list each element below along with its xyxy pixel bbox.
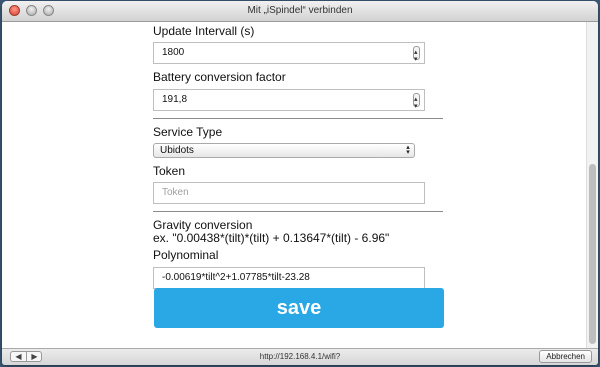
service-type-select[interactable]: Ubidots ▴ ▾ xyxy=(153,143,415,158)
gravity-example-text: ex. "0.00438*(tilt)*(tilt) + 0.13647*(ti… xyxy=(153,231,390,245)
token-label: Token xyxy=(153,164,186,178)
update-interval-input[interactable]: 1800 xyxy=(153,42,425,70)
gravity-conversion-label: Gravity conversion xyxy=(153,218,253,232)
cancel-button[interactable]: Abbrechen xyxy=(539,350,592,363)
title-bar: Mit „iSpindel“ verbinden xyxy=(2,1,598,22)
status-url: http://192.168.4.1/wifi? xyxy=(259,352,341,361)
service-type-label: Service Type xyxy=(153,125,223,139)
status-bar: ◀ ▶ http://192.168.4.1/wifi? Abbrechen xyxy=(2,348,598,365)
save-button[interactable]: save xyxy=(154,288,444,328)
battery-factor-input[interactable]: 191,8 xyxy=(153,89,425,117)
polynominal-input[interactable]: -0.00619*tilt^2+1.07785*tilt-23.28 xyxy=(153,267,425,289)
scrollbar-thumb[interactable] xyxy=(589,164,596,344)
browser-window: Mit „iSpindel“ verbinden Update Interval… xyxy=(2,1,598,365)
window-title: Mit „iSpindel“ verbinden xyxy=(247,5,353,16)
select-arrows-icon: ▴ ▾ xyxy=(406,144,410,156)
token-input[interactable]: Token xyxy=(153,182,425,204)
update-interval-label: Update Intervall (s) xyxy=(153,24,255,38)
section-divider xyxy=(153,211,443,212)
polynominal-label: Polynominal xyxy=(153,248,219,262)
service-type-value: Ubidots xyxy=(160,145,194,156)
battery-factor-stepper-icon[interactable] xyxy=(413,90,420,117)
update-interval-stepper-icon[interactable] xyxy=(413,43,420,70)
polynominal-value: -0.00619*tilt^2+1.07785*tilt-23.28 xyxy=(162,272,310,283)
update-interval-value: 1800 xyxy=(162,47,185,58)
vertical-scrollbar[interactable] xyxy=(586,22,598,348)
section-divider xyxy=(153,118,443,119)
battery-factor-label: Battery conversion factor xyxy=(153,70,286,84)
battery-factor-value: 191,8 xyxy=(162,94,188,105)
token-placeholder: Token xyxy=(162,187,189,198)
